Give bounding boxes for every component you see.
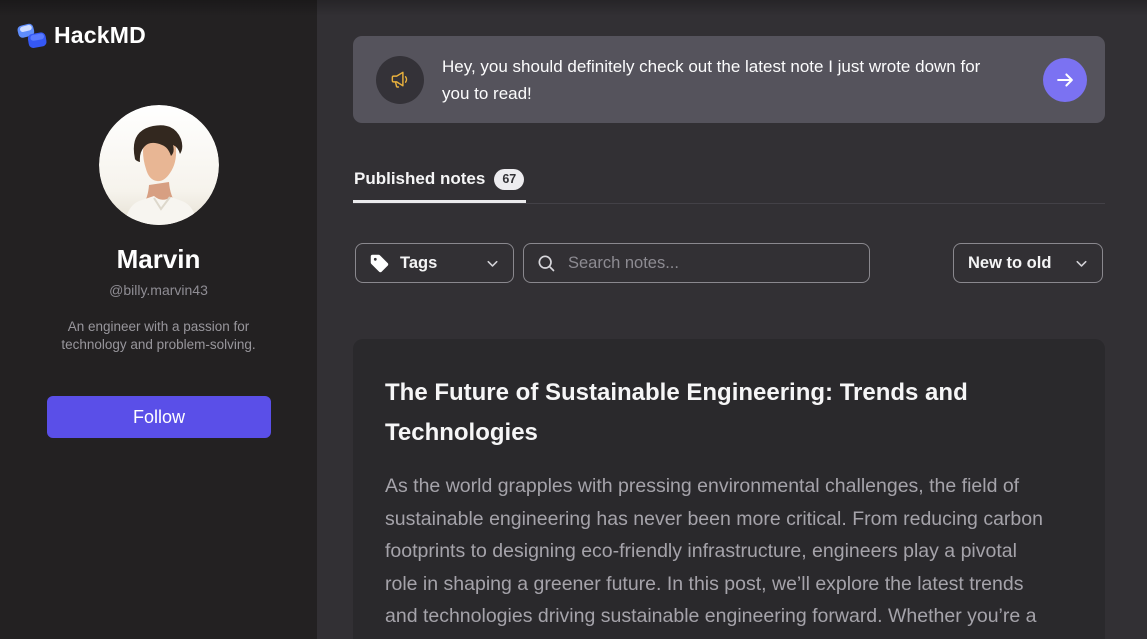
follow-button[interactable]: Follow xyxy=(47,396,271,438)
search-notes-box xyxy=(523,243,870,283)
tags-dropdown-label: Tags xyxy=(400,254,437,273)
tab-published-notes-label: Published notes xyxy=(354,169,485,189)
announcement-message: Hey, you should definitely check out the… xyxy=(442,53,1002,107)
megaphone-icon xyxy=(376,56,424,104)
sort-dropdown[interactable]: New to old xyxy=(953,243,1103,283)
arrow-right-icon xyxy=(1054,69,1076,91)
tags-dropdown[interactable]: Tags xyxy=(355,243,514,283)
notes-tabbar: Published notes 67 xyxy=(353,160,1105,204)
note-card[interactable]: The Future of Sustainable Engineering: T… xyxy=(353,339,1105,639)
hackmd-logo[interactable]: HackMD xyxy=(15,18,146,52)
note-excerpt: As the world grapples with pressing envi… xyxy=(385,470,1047,639)
sort-dropdown-value: New to old xyxy=(968,254,1051,273)
brand-name: HackMD xyxy=(54,22,146,49)
published-notes-count-badge: 67 xyxy=(494,169,524,190)
avatar xyxy=(99,105,219,225)
sidebar: HackMD xyxy=(0,0,317,639)
note-title: The Future of Sustainable Engineering: T… xyxy=(385,373,1047,453)
chevron-down-icon xyxy=(484,255,501,272)
profile-name: Marvin xyxy=(0,244,317,275)
hackmd-logo-icon xyxy=(15,18,49,52)
search-notes-input[interactable] xyxy=(566,253,857,274)
profile-bio: An engineer with a passion for technolog… xyxy=(38,318,279,353)
announcement-banner: Hey, you should definitely check out the… xyxy=(353,36,1105,123)
filters-row: Tags New to old xyxy=(353,243,1105,283)
search-icon xyxy=(536,253,556,273)
announcement-arrow-button[interactable] xyxy=(1043,58,1087,102)
tab-published-notes[interactable]: Published notes 67 xyxy=(353,160,526,203)
profile-handle: @billy.marvin43 xyxy=(0,282,317,298)
chevron-down-icon xyxy=(1073,255,1090,272)
tag-icon xyxy=(369,253,390,274)
hackmd-profile-page: HackMD xyxy=(0,0,1147,639)
